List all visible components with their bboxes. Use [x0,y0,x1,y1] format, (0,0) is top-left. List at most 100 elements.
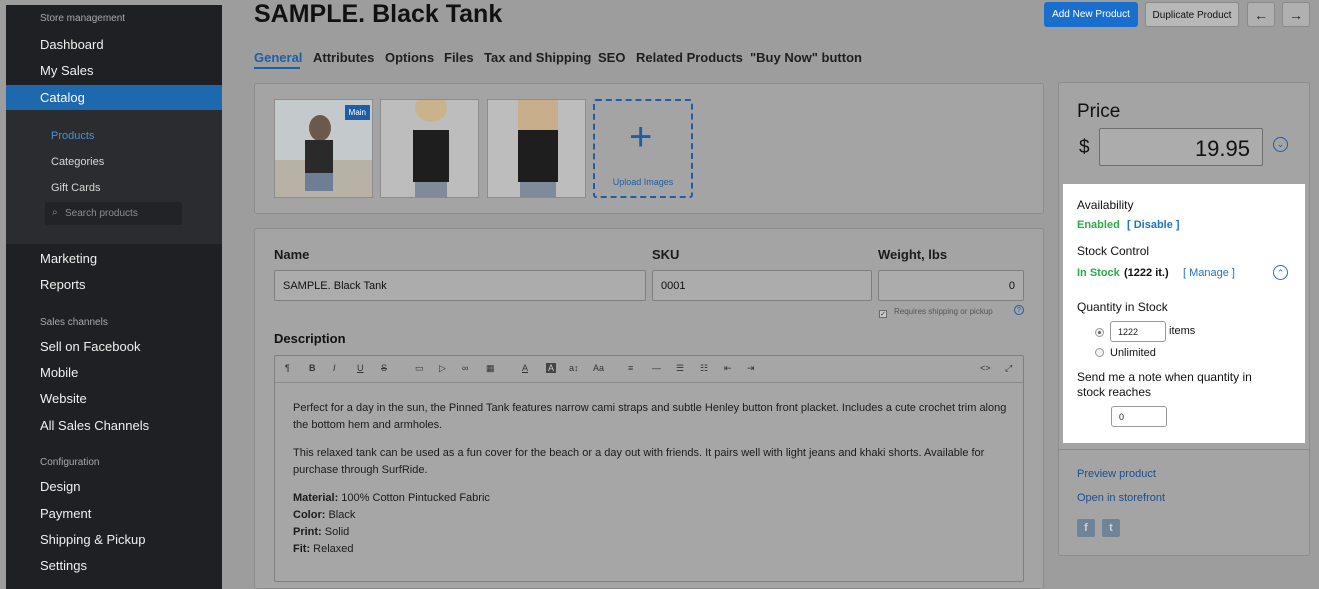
sidebar-item-all-sales-channels[interactable]: All Sales Channels [40,418,149,433]
stock-count: (1222 it.) [1124,267,1169,279]
name-input[interactable]: SAMPLE. Black Tank [274,270,646,301]
stock-control-title: Stock Control [1077,244,1150,258]
sidebar-item-payment[interactable]: Payment [40,506,91,521]
editor-toolbar: ¶ B I U S ▭ ▷ ∞ ▦ A A a↕ Aa ≡ — ☰ ☷ ⇤ ⇥ … [275,356,1023,383]
preview-product-link[interactable]: Preview product [1077,468,1156,480]
low-stock-note-title: Send me a note when quantity in stock re… [1077,370,1252,399]
quantity-unlimited-radio[interactable] [1095,348,1104,357]
sidebar-subitem-categories[interactable]: Categories [51,156,104,168]
tab-seo[interactable]: SEO [598,50,625,65]
code-view-icon[interactable]: <> [980,363,991,373]
help-icon[interactable]: ? [1014,305,1024,315]
currency-symbol: $ [1079,137,1090,158]
arrow-left-icon: ← [1254,7,1268,23]
twitter-icon[interactable]: t [1102,519,1120,537]
numbered-list-icon[interactable]: ☷ [700,363,708,374]
requires-shipping-checkbox[interactable]: ✓ [879,310,887,318]
sku-input[interactable]: 0001 [652,270,872,301]
sidebar-subitem-products[interactable]: Products [51,130,94,142]
bullet-list-icon[interactable]: ☰ [676,363,684,374]
next-product-button[interactable]: → [1282,2,1310,27]
description-paragraph-2: This relaxed tank can be used as a fun c… [293,447,985,476]
tab-buy-now-button[interactable]: "Buy Now" button [750,50,862,65]
sidebar-item-label: Catalog [40,90,85,105]
stock-status: In Stock [1077,267,1120,279]
chevron-down-icon[interactable]: ⌄ [1273,137,1288,152]
sidebar-item-dashboard[interactable]: Dashboard [40,37,104,52]
sidebar-item-catalog[interactable]: Catalog [6,85,222,110]
table-icon[interactable]: ▦ [486,363,495,374]
tab-general[interactable]: General [254,50,302,65]
duplicate-product-button[interactable]: Duplicate Product [1145,2,1239,27]
low-stock-threshold-input[interactable]: 0 [1111,406,1167,427]
requires-shipping-label: Requires shipping or pickup [894,307,993,316]
upload-images-button[interactable]: + Upload Images [593,99,693,198]
add-new-product-button[interactable]: Add New Product [1044,2,1138,27]
price-title: Price [1077,101,1121,122]
plus-icon: + [629,115,653,159]
font-size-icon[interactable]: a↕ [569,363,579,373]
search-placeholder: Search products [65,208,138,219]
sidebar-item-website[interactable]: Website [40,391,87,406]
font-color-icon[interactable]: A [522,363,528,373]
facebook-icon[interactable]: f [1077,519,1095,537]
tab-tax-and-shipping[interactable]: Tax and Shipping [484,50,591,65]
sidebar-item-settings[interactable]: Settings [40,558,87,573]
disable-link[interactable]: [ Disable ] [1127,219,1180,231]
description-editor[interactable]: ¶ B I U S ▭ ▷ ∞ ▦ A A a↕ Aa ≡ — ☰ ☷ ⇤ ⇥ … [274,355,1024,582]
previous-product-button[interactable]: ← [1247,2,1275,27]
tab-options[interactable]: Options [385,50,434,65]
product-photo-front [381,100,478,197]
product-image-3[interactable] [487,99,586,198]
arrow-right-icon: → [1289,7,1303,23]
product-photo-back [488,100,585,197]
bold-icon[interactable]: B [309,363,316,373]
price-input[interactable]: 19.95 [1099,128,1263,166]
italic-icon[interactable]: I [333,363,336,373]
spec-print: Print: Solid [293,526,350,538]
underline-icon[interactable]: U [357,363,364,373]
link-icon[interactable]: ∞ [462,363,468,373]
horizontal-rule-icon[interactable]: — [652,363,661,373]
font-family-icon[interactable]: Aa [593,363,604,373]
page-title: SAMPLE. Black Tank [254,0,503,28]
fullscreen-icon[interactable]: ⤢ [1005,363,1012,374]
image-icon[interactable]: ▭ [415,363,424,374]
sidebar-section-configuration: Configuration [40,457,100,468]
active-tab-indicator [254,67,300,69]
highlight-icon[interactable]: A [546,363,557,373]
product-image-main[interactable]: Main [274,99,373,198]
quantity-limited-radio[interactable] [1095,328,1104,337]
sidebar-subitem-gift-cards[interactable]: Gift Cards [51,182,101,194]
sidebar-item-shipping-pickup[interactable]: Shipping & Pickup [40,532,146,547]
product-image-2[interactable] [380,99,479,198]
sidebar-item-sell-on-facebook[interactable]: Sell on Facebook [40,339,140,354]
sidebar-search-input[interactable]: ⌕ Search products [45,202,182,225]
sidebar-item-reports[interactable]: Reports [40,277,86,292]
sidebar-item-mobile[interactable]: Mobile [40,365,78,380]
sidebar-item-marketing[interactable]: Marketing [40,251,97,266]
open-in-storefront-link[interactable]: Open in storefront [1077,492,1165,504]
description-paragraph-1: Perfect for a day in the sun, the Pinned… [293,402,1007,431]
sidebar-item-my-sales[interactable]: My Sales [40,63,93,78]
chevron-up-icon[interactable]: ⌃ [1273,265,1288,280]
tab-files[interactable]: Files [444,50,474,65]
strikethrough-icon[interactable]: S [381,363,387,373]
quantity-input[interactable]: 1222 [1110,321,1166,342]
description-content: Perfect for a day in the sun, the Pinned… [293,400,1008,558]
weight-input[interactable]: 0 [878,270,1024,301]
tab-related-products[interactable]: Related Products [636,50,743,65]
manage-link[interactable]: [ Manage ] [1183,267,1235,279]
video-icon[interactable]: ▷ [439,363,446,374]
spec-fit: Fit: Relaxed [293,543,354,555]
description-label: Description [274,331,346,346]
align-icon[interactable]: ≡ [628,363,633,373]
unlimited-label: Unlimited [1110,347,1156,359]
spec-material: Material: 100% Cotton Pintucked Fabric [293,492,490,504]
outdent-icon[interactable]: ⇤ [724,363,732,374]
sidebar-item-design[interactable]: Design [40,479,80,494]
paragraph-icon[interactable]: ¶ [285,363,290,373]
tab-attributes[interactable]: Attributes [313,50,374,65]
indent-icon[interactable]: ⇥ [747,363,755,374]
sidebar: Store management Dashboard My Sales Cata… [6,5,222,589]
